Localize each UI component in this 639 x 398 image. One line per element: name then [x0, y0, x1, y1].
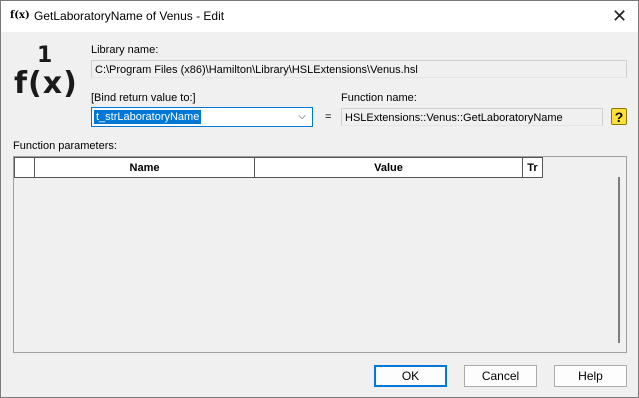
column-header-tr[interactable]: Tr	[523, 157, 543, 177]
function-name-field[interactable]: HSLExtensions::Venus::GetLaboratoryName	[341, 108, 603, 126]
close-icon[interactable]: ✕	[601, 1, 638, 32]
library-name-field[interactable]: C:\Program Files (x86)\Hamilton\Library\…	[91, 60, 627, 78]
window-title: GetLaboratoryName of Venus - Edit	[34, 9, 225, 23]
grid-header: Name Value Tr	[14, 157, 543, 178]
function-logo-icon: 1 f(x)	[14, 45, 78, 101]
library-name-label: Library name:	[91, 44, 159, 56]
logo-one: 1	[37, 43, 53, 68]
column-header-value[interactable]: Value	[255, 157, 523, 177]
function-icon: f(x)	[10, 10, 30, 21]
bind-return-value: t_strLaboratoryName	[94, 110, 202, 124]
help-button[interactable]: Help	[554, 365, 627, 387]
chevron-down-icon[interactable]: ⌵	[295, 109, 309, 125]
cancel-button[interactable]: Cancel	[464, 365, 537, 387]
ok-button[interactable]: OK	[374, 365, 447, 387]
title-bar[interactable]: f(x) GetLaboratoryName of Venus - Edit ✕	[1, 1, 638, 32]
bind-return-label: [Bind return value to:]	[91, 92, 196, 104]
equals-sign: =	[325, 111, 332, 123]
help-icon[interactable]: ?	[611, 108, 627, 125]
bind-return-combobox[interactable]: t_strLaboratoryName ⌵	[91, 107, 313, 127]
grid-corner-cell[interactable]	[14, 157, 35, 177]
logo-fx: f(x)	[14, 66, 78, 101]
function-parameters-label: Function parameters:	[13, 140, 117, 152]
column-header-name[interactable]: Name	[35, 157, 255, 177]
parameters-grid[interactable]: Name Value Tr	[13, 156, 627, 353]
grid-scrollbar[interactable]	[618, 177, 620, 343]
function-name-label: Function name:	[341, 92, 417, 104]
dialog-window: f(x) GetLaboratoryName of Venus - Edit ✕…	[0, 0, 639, 398]
